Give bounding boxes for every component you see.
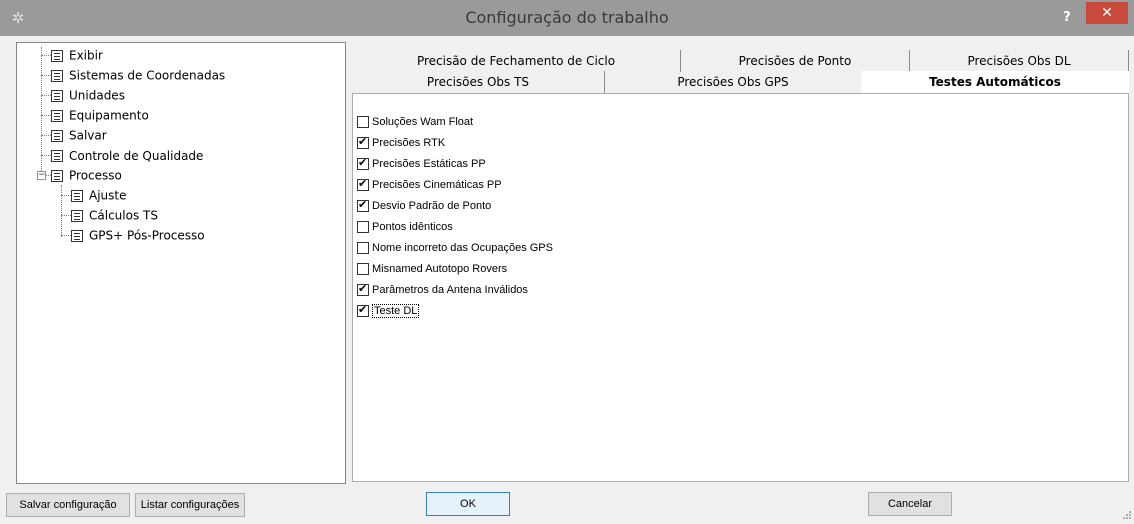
tree-connector bbox=[61, 235, 71, 237]
checkbox[interactable] bbox=[357, 156, 369, 171]
tree-connector bbox=[61, 195, 71, 197]
list-icon bbox=[71, 209, 83, 222]
tree-item-gps-pos-processo[interactable]: GPS+ Pós-Processo bbox=[71, 225, 205, 245]
help-button[interactable]: ? bbox=[1057, 8, 1077, 28]
settings-tree[interactable]: − Exibir Sistemas de Coordenadas Unidade… bbox=[16, 42, 346, 484]
checkbox-label: Desvio Padrão de Ponto bbox=[372, 200, 492, 213]
tree-connector bbox=[41, 155, 51, 157]
tree-connector bbox=[61, 215, 71, 217]
check-parametros-antena-invalidos[interactable]: Parâmetros da Antena Inválidos bbox=[357, 280, 528, 300]
tab-precisoes-obs-dl[interactable]: Precisões Obs DL bbox=[910, 50, 1129, 72]
save-config-button[interactable]: Salvar configuração bbox=[6, 493, 130, 517]
checkbox[interactable] bbox=[357, 242, 369, 255]
tab-precisoes-obs-gps[interactable]: Precisões Obs GPS bbox=[605, 71, 861, 93]
checkbox[interactable] bbox=[357, 177, 369, 192]
check-precisoes-cinematicas-pp[interactable]: Precisões Cinemáticas PP bbox=[357, 175, 502, 195]
ok-button[interactable]: OK bbox=[426, 492, 510, 516]
tree-item-label: Sistemas de Coordenadas bbox=[69, 68, 226, 83]
checkbox-label: Teste DL bbox=[372, 304, 420, 319]
checkbox-label: Nome incorreto das Ocupações GPS bbox=[372, 242, 553, 255]
check-precisoes-estaticas-pp[interactable]: Precisões Estáticas PP bbox=[357, 154, 486, 174]
checkbox-label: Soluções Wam Float bbox=[372, 116, 474, 129]
tree-item-label: Unidades bbox=[69, 88, 125, 103]
checkbox-label: Pontos idênticos bbox=[372, 221, 453, 234]
tree-connector bbox=[41, 47, 43, 177]
list-icon bbox=[51, 49, 63, 62]
tree-item-ajuste[interactable]: Ajuste bbox=[71, 185, 127, 205]
close-button[interactable]: ✕ bbox=[1086, 2, 1128, 24]
close-icon: ✕ bbox=[1101, 5, 1113, 21]
window-title: Configuração do trabalho bbox=[465, 8, 669, 27]
cancel-button[interactable]: Cancelar bbox=[868, 492, 952, 516]
tab-panel-testes-automaticos: Soluções Wam Float Precisões RTK Precisõ… bbox=[352, 94, 1129, 482]
tree-connector bbox=[41, 115, 51, 117]
tree-item-label: Equipamento bbox=[69, 108, 149, 123]
check-teste-dl[interactable]: Teste DL bbox=[357, 301, 420, 321]
tree-connector bbox=[41, 75, 51, 77]
tree-item-calculos-ts[interactable]: Cálculos TS bbox=[71, 205, 158, 225]
tree-item-controle-qualidade[interactable]: Controle de Qualidade bbox=[51, 145, 204, 165]
checkbox[interactable] bbox=[357, 198, 369, 213]
check-desvio-padrao-ponto[interactable]: Desvio Padrão de Ponto bbox=[357, 196, 491, 216]
checkbox-label: Precisões RTK bbox=[372, 137, 446, 150]
tree-connector bbox=[41, 55, 51, 57]
tree-item-label: Salvar bbox=[69, 128, 107, 143]
checkbox-label: Precisões Estáticas PP bbox=[372, 158, 486, 171]
tree-item-sistemas-coordenadas[interactable]: Sistemas de Coordenadas bbox=[51, 65, 225, 85]
tree-item-salvar[interactable]: Salvar bbox=[51, 125, 107, 145]
tree-connector bbox=[41, 95, 51, 97]
checkbox[interactable] bbox=[357, 282, 369, 297]
list-icon bbox=[71, 229, 83, 242]
checkbox[interactable] bbox=[357, 303, 369, 318]
check-precisoes-rtk[interactable]: Precisões RTK bbox=[357, 133, 445, 153]
check-pontos-identicos[interactable]: Pontos idênticos bbox=[357, 217, 453, 237]
tree-item-label: Ajuste bbox=[89, 188, 127, 203]
check-nome-incorreto-ocupacoes-gps[interactable]: Nome incorreto das Ocupações GPS bbox=[357, 238, 553, 258]
tree-item-label: Processo bbox=[69, 168, 122, 183]
list-icon bbox=[71, 189, 83, 202]
tab-precisao-fechamento-ciclo[interactable]: Precisão de Fechamento de Ciclo bbox=[352, 50, 681, 72]
tab-row: Precisão de Fechamento de Ciclo Precisõe… bbox=[352, 50, 1129, 72]
checkbox[interactable] bbox=[357, 221, 369, 234]
checkbox[interactable] bbox=[357, 135, 369, 150]
tree-connector bbox=[41, 135, 51, 137]
checkbox-label: Parâmetros da Antena Inválidos bbox=[372, 284, 528, 297]
list-icon bbox=[51, 149, 63, 162]
list-configs-button[interactable]: Listar configurações bbox=[135, 493, 245, 517]
title-bar: ✲ Configuração do trabalho ? ✕ bbox=[0, 0, 1134, 37]
list-icon bbox=[51, 89, 63, 102]
list-icon bbox=[51, 69, 63, 82]
tree-item-processo[interactable]: Processo bbox=[51, 165, 122, 185]
tree-item-unidades[interactable]: Unidades bbox=[51, 85, 125, 105]
check-misnamed-autotopo-rovers[interactable]: Misnamed Autotopo Rovers bbox=[357, 259, 507, 279]
list-icon bbox=[51, 109, 63, 122]
collapse-toggle[interactable]: − bbox=[37, 171, 46, 180]
tree-item-exibir[interactable]: Exibir bbox=[51, 45, 103, 65]
tree-item-label: Exibir bbox=[69, 48, 103, 63]
list-icon bbox=[51, 129, 63, 142]
tree-item-equipamento[interactable]: Equipamento bbox=[51, 105, 149, 125]
tab-precisoes-obs-ts[interactable]: Precisões Obs TS bbox=[352, 71, 605, 93]
tab-precisoes-ponto[interactable]: Precisões de Ponto bbox=[681, 50, 910, 72]
checkbox-label: Misnamed Autotopo Rovers bbox=[372, 263, 508, 276]
list-icon bbox=[51, 169, 63, 182]
check-solucoes-wam-float[interactable]: Soluções Wam Float bbox=[357, 112, 473, 132]
tab-testes-automaticos[interactable]: Testes Automáticos bbox=[861, 71, 1129, 93]
checkbox-label: Precisões Cinemáticas PP bbox=[372, 179, 502, 192]
tree-connector bbox=[61, 185, 63, 237]
tab-control: Precisão de Fechamento de Ciclo Precisõe… bbox=[352, 42, 1129, 482]
checkbox[interactable] bbox=[357, 263, 369, 276]
checkbox[interactable] bbox=[357, 116, 369, 129]
tree-item-label: Controle de Qualidade bbox=[69, 148, 204, 163]
resize-grip-icon[interactable] bbox=[1122, 510, 1132, 520]
tree-item-label: Cálculos TS bbox=[89, 208, 158, 223]
tree-item-label: GPS+ Pós-Processo bbox=[89, 228, 205, 243]
tab-row: Precisões Obs TS Precisões Obs GPS Teste… bbox=[352, 71, 1129, 94]
